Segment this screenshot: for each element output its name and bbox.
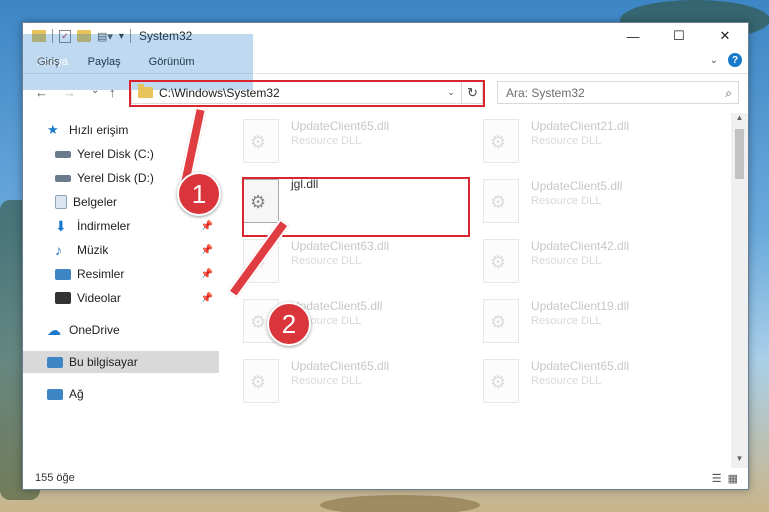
pin-icon[interactable]: 📌 (201, 245, 213, 256)
file-item[interactable]: UpdateClient19.dll Resource DLL (463, 293, 693, 349)
drive-icon (55, 150, 71, 158)
music-icon: ♪ (55, 242, 62, 258)
close-button[interactable]: ✕ (702, 23, 748, 49)
sidebar-item-label: Yerel Disk (D:) (77, 171, 154, 185)
sidebar-item-music[interactable]: ♪ Müzik 📌 (23, 239, 219, 261)
dll-file-icon (243, 359, 279, 403)
background-palm (320, 495, 480, 512)
file-type: Resource DLL (291, 135, 362, 147)
sidebar-item-label: İndirmeler (77, 219, 131, 233)
details-view-icon[interactable]: ☰ (712, 472, 722, 485)
sidebar-item-label: Resimler (77, 267, 125, 281)
file-item[interactable]: UpdateClient21.dll Resource DLL (463, 113, 693, 169)
file-type: Resource DLL (531, 375, 602, 387)
dll-file-icon (483, 359, 519, 403)
pin-icon[interactable]: 📌 (201, 269, 213, 280)
sidebar-item-label: Videolar (77, 291, 121, 305)
sidebar-item-label: Hızlı erişim (69, 123, 129, 137)
dll-file-icon (483, 119, 519, 163)
explorer-window: ✓ ▤▾ ▾ System32 — ☐ ✕ Dosya Giriş Paylaş… (22, 22, 749, 490)
file-item[interactable]: UpdateClient65.dll Resource DLL (463, 353, 693, 409)
help-icon[interactable]: ? (728, 53, 742, 67)
recent-locations-button[interactable]: ⌄ (91, 85, 99, 96)
file-name: UpdateClient5.dll (531, 179, 623, 193)
file-item[interactable]: UpdateClient65.dll Resource DLL (223, 113, 453, 169)
status-bar: 155 öğe ☰ ▦ (23, 467, 748, 489)
dll-file-icon (483, 179, 519, 223)
scroll-thumb[interactable] (735, 129, 744, 179)
file-item[interactable]: UpdateClient42.dll Resource DLL (463, 233, 693, 289)
sidebar-item-label: OneDrive (69, 323, 120, 337)
cloud-icon: ☁ (47, 322, 61, 338)
computer-icon (47, 356, 63, 368)
sidebar-item-videos[interactable]: Videolar 📌 (23, 287, 219, 309)
address-bar-highlight (129, 80, 485, 107)
file-name: UpdateClient42.dll (531, 239, 630, 253)
step-2-badge: 2 (267, 302, 311, 346)
dll-file-icon (483, 239, 519, 283)
search-icon: ⌕ (725, 86, 732, 100)
star-icon: ★ (47, 122, 59, 137)
scroll-up-icon[interactable]: ▲ (731, 113, 748, 127)
up-button[interactable]: ↑ (109, 85, 116, 100)
file-item[interactable]: UpdateClient5.dll Resource DLL (463, 173, 693, 229)
dll-file-icon (243, 119, 279, 163)
file-name: UpdateClient21.dll (531, 119, 630, 133)
vertical-scrollbar[interactable]: ▲ ▼ (731, 113, 748, 468)
scroll-down-icon[interactable]: ▼ (731, 454, 748, 468)
video-icon (55, 292, 71, 304)
sidebar-item-label: Ağ (69, 387, 84, 401)
sidebar-item-network[interactable]: Ağ (23, 383, 219, 405)
expand-ribbon-chevron-icon[interactable]: ⌄ (710, 55, 718, 66)
network-icon (47, 388, 63, 400)
ribbon-tabs: Dosya Giriş Paylaş Görünüm ⌄ ? (23, 33, 748, 90)
back-button[interactable]: ← (35, 85, 48, 100)
pin-icon[interactable]: 📌 (201, 293, 213, 304)
minimize-button[interactable]: — (610, 23, 656, 49)
sidebar-item-pictures[interactable]: Resimler 📌 (23, 263, 219, 285)
sidebar-item-this-pc[interactable]: Bu bilgisayar (23, 351, 219, 373)
file-item[interactable]: UpdateClient65.dll Resource DLL (223, 353, 453, 409)
file-name: UpdateClient19.dll (531, 299, 630, 313)
documents-icon (55, 195, 67, 209)
sidebar-item-label: Müzik (77, 243, 109, 257)
pin-icon[interactable]: 📌 (201, 221, 213, 232)
file-type: Resource DLL (291, 255, 362, 267)
item-count: 155 öğe (35, 472, 75, 484)
file-list: UpdateClient65.dll Resource DLL UpdateCl… (223, 113, 735, 458)
sidebar-item-label: Bu bilgisayar (69, 355, 138, 369)
file-name: UpdateClient65.dll (291, 359, 390, 373)
file-name: UpdateClient65.dll (531, 359, 630, 373)
maximize-button[interactable]: ☐ (656, 23, 702, 49)
file-name: UpdateClient65.dll (291, 119, 390, 133)
file-type: Resource DLL (531, 315, 602, 327)
window-controls: — ☐ ✕ (610, 23, 748, 49)
sidebar-item-onedrive[interactable]: ☁ OneDrive (23, 319, 219, 341)
file-type: Resource DLL (291, 375, 362, 387)
search-input[interactable]: Ara: System32 ⌕ (497, 81, 739, 104)
dll-file-icon (483, 299, 519, 343)
sidebar-item-label: Yerel Disk (C:) (77, 147, 154, 161)
file-type: Resource DLL (531, 255, 602, 267)
large-icons-view-icon[interactable]: ▦ (728, 472, 738, 485)
forward-button[interactable]: → (63, 85, 76, 100)
file-name: UpdateClient63.dll (291, 239, 390, 253)
download-arrow-icon: ⬇ (55, 218, 67, 234)
sidebar-item-label: Belgeler (73, 195, 118, 209)
file-item[interactable]: UpdateClient5.dll Resource DLL (223, 293, 453, 349)
file-type: Resource DLL (531, 135, 602, 147)
step-1-badge: 1 (177, 172, 221, 216)
pictures-icon (55, 268, 71, 280)
search-placeholder: Ara: System32 (506, 85, 585, 100)
sidebar-item-downloads[interactable]: ⬇ İndirmeler 📌 (23, 215, 219, 237)
drive-icon (55, 174, 71, 182)
file-type: Resource DLL (531, 195, 602, 207)
